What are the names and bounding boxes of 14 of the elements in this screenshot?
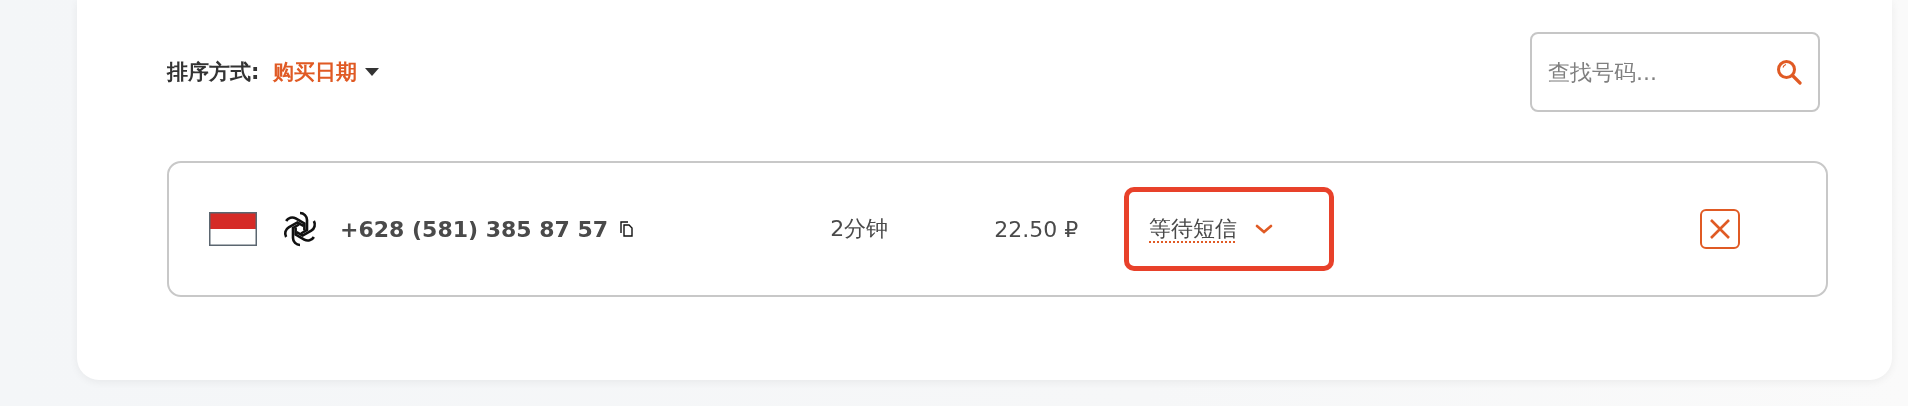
copy-icon[interactable] [620,221,635,237]
phone-number: +628 (581) 385 87 57 [340,216,609,242]
sort-dropdown[interactable]: 购买日期 [273,58,380,86]
status-dropdown[interactable]: 等待短信 [1124,187,1335,271]
flag-icon [209,212,257,246]
caret-icon [365,68,380,76]
search-field[interactable]: 查找号码... [1530,32,1820,112]
close-icon [1708,217,1732,241]
search-icon [1776,59,1802,85]
price-text: 22.50 ₽ [994,216,1079,242]
sort-label: 排序方式: [167,59,260,86]
cancel-button[interactable] [1700,209,1740,249]
duration-text: 2分钟 [830,215,889,243]
chevron-icon [1255,224,1274,234]
